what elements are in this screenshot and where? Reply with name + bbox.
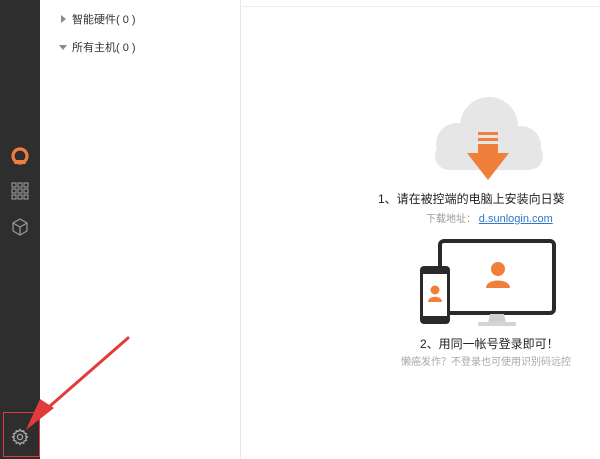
cloud-download-illustration — [423, 96, 553, 187]
caret-down-icon[interactable] — [58, 42, 68, 52]
sunlogin-logo-icon — [11, 147, 29, 165]
grid-apps-icon — [11, 182, 29, 200]
download-label: 下载地址： — [426, 214, 476, 225]
step-2-text: 2、用同一帐号登录即可！ — [420, 337, 559, 351]
download-link[interactable]: d.sunlogin.com — [479, 213, 553, 225]
caret-right-icon[interactable] — [58, 14, 68, 24]
cloud-download-icon — [435, 97, 543, 180]
tree-item-label: 所有主机( 0 ) — [72, 42, 136, 54]
sunlogin-logo-button[interactable] — [7, 144, 33, 170]
annotation-arrow-icon — [26, 336, 130, 430]
devices-illustration — [418, 238, 558, 335]
step-1-text: 1、请在被控端的电脑上安装向日葵 — [378, 192, 565, 206]
phone-and-monitor-icon — [420, 239, 556, 326]
main-panel — [242, 0, 600, 459]
tree-item-smart-hardware[interactable]: 智能硬件( 0 ) — [58, 10, 136, 28]
download-row: 下载地址： d.sunlogin.com — [426, 210, 553, 225]
tree-item-label: 智能硬件( 0 ) — [72, 14, 136, 26]
cube-button[interactable] — [7, 214, 33, 240]
tree-item-all-hosts[interactable]: 所有主机( 0 ) — [58, 38, 136, 56]
top-divider — [242, 6, 600, 7]
device-grid-button[interactable] — [7, 178, 33, 204]
no-login-tip: 懒癌发作？不登录也可使用识别码远控 — [401, 357, 571, 368]
cube-icon — [12, 218, 28, 236]
